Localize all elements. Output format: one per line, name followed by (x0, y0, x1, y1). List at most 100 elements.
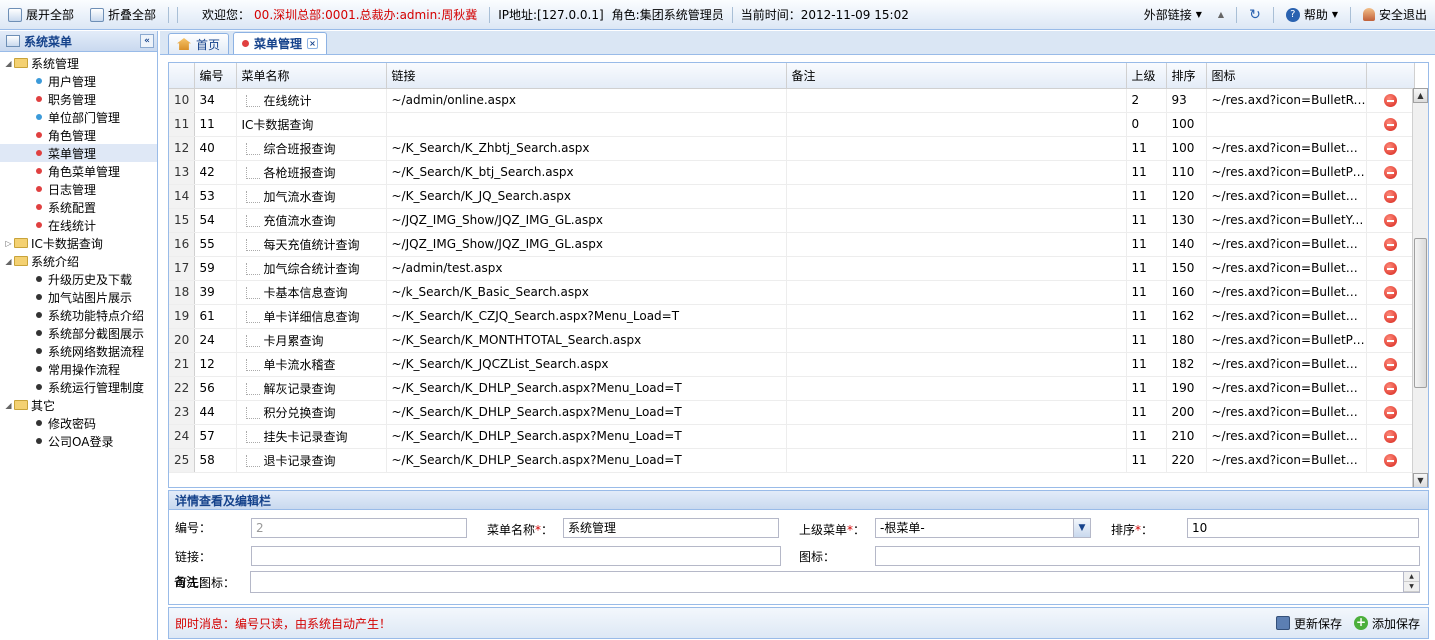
tree-item[interactable]: 加气站图片展示 (0, 288, 157, 306)
column-header[interactable]: 链接 (386, 63, 787, 89)
delete-icon[interactable] (1383, 94, 1397, 107)
scroll-down-icon[interactable]: ▼ (1413, 473, 1428, 487)
close-icon[interactable]: × (307, 38, 319, 49)
sort-field[interactable]: 10 (1187, 518, 1419, 538)
expand-all-button[interactable]: 展开全部 (0, 0, 82, 30)
expanded-icon[interactable]: ◢ (4, 59, 13, 68)
tree-item[interactable]: 职务管理 (0, 90, 157, 108)
tree-folder[interactable]: ◢ 其它 (0, 396, 157, 414)
tree-folder[interactable]: ◢ 系统介绍 (0, 252, 157, 270)
tree-item[interactable]: 系统网络数据流程 (0, 342, 157, 360)
expand-all-icon (8, 7, 22, 22)
collapse-top-button[interactable]: ▲ (1210, 0, 1232, 30)
tree-item[interactable]: 公司OA登录 (0, 432, 157, 450)
delete-icon[interactable] (1383, 454, 1397, 467)
delete-icon[interactable] (1383, 238, 1397, 251)
table-row[interactable]: 14 53 加气流水查询 ~/K_Search/K_JQ_Search.aspx 11 1… (169, 184, 1415, 209)
tree-folder[interactable]: ▷ IC卡数据查询 (0, 234, 157, 252)
table-row[interactable]: 15 54 充值流水查询 ~/JQZ_IMG_Show/JQZ_IMG_GL.aspx… (169, 208, 1415, 233)
tree-item[interactable]: 系统功能特点介绍 (0, 306, 157, 324)
tree-item[interactable]: 角色管理 (0, 126, 157, 144)
link-field[interactable] (251, 546, 781, 566)
delete-icon[interactable] (1383, 262, 1397, 275)
table-row[interactable]: 13 42 各枪班报查询 ~/K_Search/K_btj_Search.aspx 11… (169, 160, 1415, 185)
tree-item[interactable]: 修改密码 (0, 414, 157, 432)
column-header[interactable]: 排序 (1166, 63, 1207, 89)
delete-icon[interactable] (1383, 118, 1397, 131)
tree-item[interactable]: 系统配置 (0, 198, 157, 216)
tree-item[interactable]: 系统部分截图展示 (0, 324, 157, 342)
delete-icon[interactable] (1383, 334, 1397, 347)
scroll-thumb[interactable] (1414, 238, 1427, 388)
tree-item[interactable]: 用户管理 (0, 72, 157, 90)
collapse-all-button[interactable]: 折叠全部 (82, 0, 164, 30)
update-save-button[interactable]: 更新保存 (1275, 615, 1342, 632)
chevron-up-icon[interactable]: ▲ (1404, 572, 1419, 582)
tree-item[interactable]: 单位部门管理 (0, 108, 157, 126)
table-row[interactable]: 22 56 解灰记录查询 ~/K_Search/K_DHLP_Search.aspx?… (169, 376, 1415, 401)
tree-folder[interactable]: ◢ 系统管理 (0, 54, 157, 72)
menu-name-text: 充值流水查询 (263, 213, 336, 228)
delete-icon[interactable] (1383, 310, 1397, 323)
tab-menu-management[interactable]: 菜单管理 × (233, 32, 328, 54)
delete-icon[interactable] (1383, 430, 1397, 443)
tree-item[interactable]: 角色菜单管理 (0, 162, 157, 180)
column-header[interactable]: 编号 (194, 63, 237, 89)
delete-icon[interactable] (1383, 166, 1397, 179)
table-row[interactable]: 21 12 单卡流水稽查 ~/K_Search/K_JQCZList_Search.a… (169, 352, 1415, 377)
note-field[interactable]: ▲ ▼ (250, 571, 1420, 593)
id-field[interactable]: 2 (251, 518, 467, 538)
table-row[interactable]: 17 59 加气综合统计查询 ~/admin/test.aspx 11 150 ~/res.… (169, 256, 1415, 281)
tree-item[interactable]: 日志管理 (0, 180, 157, 198)
table-row[interactable]: 23 44 积分兑换查询 ~/K_Search/K_DHLP_Search.aspx?… (169, 400, 1415, 425)
bullet-icon (36, 438, 42, 444)
logout-button[interactable]: 安全退出 (1355, 0, 1435, 30)
chevron-down-icon[interactable]: ▼ (1404, 582, 1419, 592)
table-row[interactable]: 11 11 IC卡数据查询 0 100 (169, 112, 1415, 137)
tree-item[interactable]: 系统运行管理制度 (0, 378, 157, 396)
grid-scrollbar[interactable]: ▲ ▼ (1412, 88, 1428, 487)
table-row[interactable]: 16 55 每天充值统计查询 ~/JQZ_IMG_Show/JQZ_IMG_GL.as… (169, 232, 1415, 257)
delete-icon[interactable] (1383, 190, 1397, 203)
table-row[interactable]: 10 34 在线统计 ~/admin/online.aspx 2 93 ~/res.axd?… (169, 88, 1415, 113)
refresh-button[interactable]: ↻ (1241, 0, 1269, 30)
menu-name-text: 加气综合统计查询 (263, 261, 360, 276)
tab-home[interactable]: 首页 (168, 33, 230, 54)
expanded-icon[interactable]: ◢ (4, 257, 13, 266)
table-row[interactable]: 18 39 卡基本信息查询 ~/k_Search/K_Basic_Search.asp… (169, 280, 1415, 305)
parent-select[interactable]: -根菜单- ▼ (875, 518, 1091, 538)
collapse-sidebar-button[interactable]: « (140, 34, 154, 48)
table-row[interactable]: 20 24 卡月累查询 ~/K_Search/K_MONTHTOTAL_Search.… (169, 328, 1415, 353)
delete-icon[interactable] (1383, 286, 1397, 299)
scroll-up-icon[interactable]: ▲ (1413, 88, 1428, 103)
external-links-menu[interactable]: 外部链接 ▼ (1136, 0, 1210, 30)
tree-item[interactable]: 升级历史及下载 (0, 270, 157, 288)
delete-icon[interactable] (1383, 406, 1397, 419)
column-header[interactable]: 图标 (1206, 63, 1367, 89)
table-row[interactable]: 25 58 退卡记录查询 ~/K_Search/K_DHLP_Search.aspx?… (169, 448, 1415, 473)
external-links-label: 外部链接 (1143, 8, 1192, 22)
note-spinner[interactable]: ▲ ▼ (1403, 572, 1419, 592)
delete-icon[interactable] (1383, 214, 1397, 227)
column-header[interactable]: 备注 (786, 63, 1127, 89)
icon-field[interactable] (875, 546, 1420, 566)
delete-icon[interactable] (1383, 358, 1397, 371)
expanded-icon[interactable]: ◢ (4, 401, 13, 410)
tree-item[interactable]: 常用操作流程 (0, 360, 157, 378)
tree-item[interactable]: 菜单管理 (0, 144, 157, 162)
tree-item[interactable]: 在线统计 (0, 216, 157, 234)
name-field[interactable]: 系统管理 (563, 518, 779, 538)
collapsed-icon[interactable]: ▷ (4, 239, 13, 248)
delete-icon[interactable] (1383, 142, 1397, 155)
delete-icon[interactable] (1383, 382, 1397, 395)
chevron-down-icon[interactable]: ▼ (1073, 519, 1090, 537)
column-header[interactable]: 菜单名称 (236, 63, 387, 89)
tree-item-label: 系统运行管理制度 (48, 380, 145, 395)
table-row[interactable]: 19 61 单卡详细信息查询 ~/K_Search/K_CZJQ_Search.asp… (169, 304, 1415, 329)
role-info: 角色:集团系统管理员 (608, 0, 728, 30)
table-row[interactable]: 12 40 综合班报查询 ~/K_Search/K_Zhbtj_Search.aspx… (169, 136, 1415, 161)
help-menu[interactable]: ? 帮助 ▼ (1278, 0, 1346, 30)
add-save-button[interactable]: + 添加保存 (1353, 615, 1420, 632)
table-row[interactable]: 24 57 挂失卡记录查询 ~/K_Search/K_DHLP_Search.aspx… (169, 424, 1415, 449)
column-header[interactable]: 上级 (1126, 63, 1167, 89)
